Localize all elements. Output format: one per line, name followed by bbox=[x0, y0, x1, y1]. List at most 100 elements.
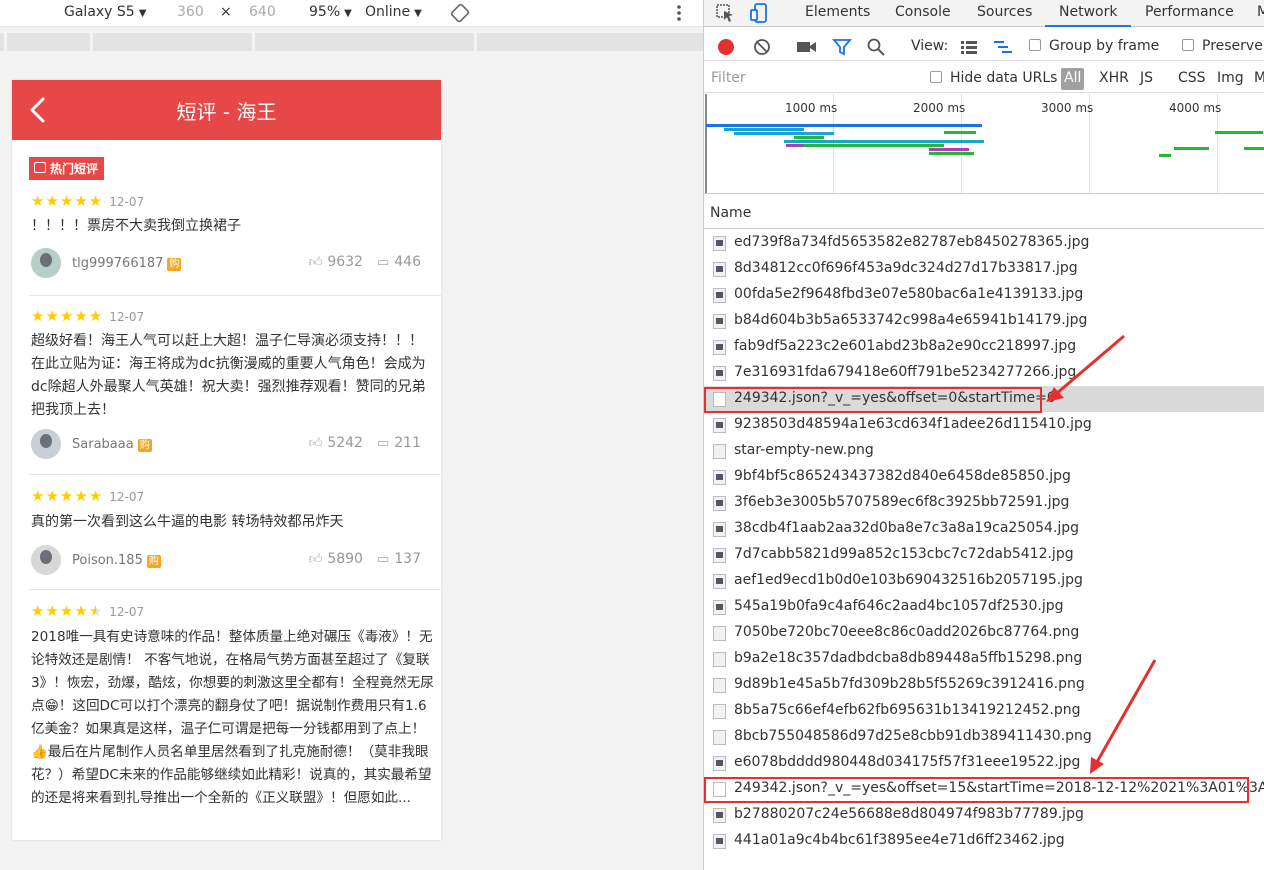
comment-icon[interactable]: ▭ bbox=[377, 552, 389, 567]
page-title: 短评 - 海王 bbox=[176, 100, 277, 124]
preserve-log-option[interactable]: Preserve bbox=[1182, 38, 1263, 54]
thumbs-up-icon[interactable]: 👍︎ bbox=[309, 255, 323, 270]
network-timeline-overview[interactable]: 1000 ms 2000 ms 3000 ms 4000 ms bbox=[704, 94, 1264, 194]
request-row[interactable]: 9d89b1e45a5b7fd309b28b5f55269c3912416.pn… bbox=[704, 672, 1264, 698]
request-row[interactable]: 9238503d48594a1e63cd634f1adee26d115410.j… bbox=[704, 412, 1264, 438]
username[interactable]: tlg999766187 购 bbox=[72, 256, 182, 271]
thumbs-up-icon[interactable]: 👍︎ bbox=[309, 552, 323, 567]
hide-data-urls-option[interactable]: Hide data URLs bbox=[930, 70, 1057, 86]
comment-count: 137 bbox=[394, 551, 421, 567]
image-file-icon bbox=[713, 834, 726, 849]
thumbs-up-icon[interactable]: 👍︎ bbox=[309, 436, 323, 451]
checkbox[interactable] bbox=[1182, 39, 1194, 51]
review-item[interactable]: ★ ★ ★ ★ ★ 12-07 ！！！！票房不大卖我倒立换裙子 tlg999766187… bbox=[29, 190, 441, 296]
request-name: 9238503d48594a1e63cd634f1adee26d115410.j… bbox=[734, 416, 1092, 432]
filter-input[interactable] bbox=[709, 67, 914, 89]
review-meta: Sarabaaa 购 👍︎ 5242 ▭ 211 bbox=[31, 429, 421, 463]
request-name: 545a19b0fa9c4af646c2aad4bc1057df2530.jpg bbox=[734, 598, 1064, 614]
kebab-menu-icon[interactable] bbox=[675, 4, 683, 22]
half-star-icon: ★ bbox=[88, 602, 103, 620]
name-column-header[interactable]: Name bbox=[704, 195, 1264, 229]
request-row[interactable]: 8b5a75c66ef4efb62fb695631b13419212452.pn… bbox=[704, 698, 1264, 724]
divider bbox=[29, 295, 441, 296]
review-item[interactable]: ★ ★ ★ ★ ★ 12-07 真的第一次看到这么牛逼的电影 转场特效都吊炸天 Pois… bbox=[29, 485, 441, 590]
clear-icon[interactable] bbox=[752, 37, 772, 57]
request-row[interactable]: aef1ed9ecd1b0d0e103b690432516b2057195.jp… bbox=[704, 568, 1264, 594]
request-row[interactable]: 7e316931fda679418e60ff791be5234277266.jp… bbox=[704, 360, 1264, 386]
request-row[interactable]: fab9df5a223c2e601abd23b8a2e90cc218997.jp… bbox=[704, 334, 1264, 360]
height-input[interactable]: 640 bbox=[249, 4, 276, 20]
request-name: b84d604b3b5a6533742c998a4e65941b14179.jp… bbox=[734, 312, 1088, 328]
filter-icon[interactable] bbox=[832, 38, 852, 56]
chevron-down-icon: ▼ bbox=[414, 8, 422, 19]
review-item[interactable]: ★ ★ ★ ★ ★ 12-07 超级好看！海王人气可以赶上大超！温子仁导演必须支持！！！… bbox=[29, 305, 441, 475]
tab-sources[interactable]: Sources bbox=[977, 4, 1032, 20]
request-row[interactable]: 249342.json?_v_=yes&offset=0&startTime=0 bbox=[704, 386, 1264, 412]
request-row[interactable]: b9a2e18c357dadbdcba8db89448a5ffb15298.pn… bbox=[704, 646, 1264, 672]
zoom-select[interactable]: 95% ▼ bbox=[309, 4, 352, 20]
request-row[interactable]: 8d34812cc0f696f453a9dc324d27d17b33817.jp… bbox=[704, 256, 1264, 282]
comment-icon[interactable]: ▭ bbox=[377, 255, 389, 270]
star-rating: ★ ★ ★ ★ ★ 12-07 bbox=[31, 489, 144, 504]
type-filter-css[interactable]: CSS bbox=[1178, 70, 1206, 86]
request-row[interactable]: 441a01a9c4b4bc61f3895ee4e71d6ff23462.jpg bbox=[704, 828, 1264, 854]
checkbox[interactable] bbox=[930, 71, 942, 83]
device-toolbar-icon[interactable] bbox=[748, 2, 770, 24]
username[interactable]: Sarabaaa 购 bbox=[72, 437, 152, 452]
request-row[interactable]: 545a19b0fa9c4af646c2aad4bc1057df2530.jpg bbox=[704, 594, 1264, 620]
request-row[interactable]: ed739f8a734fd5653582e82787eb8450278365.j… bbox=[704, 230, 1264, 256]
list-view-icon[interactable] bbox=[960, 39, 978, 55]
checkbox[interactable] bbox=[1029, 39, 1041, 51]
request-row[interactable]: 00fda5e2f9648fbd3e07e580bac6a1e4139133.j… bbox=[704, 282, 1264, 308]
avatar[interactable] bbox=[31, 429, 61, 459]
review-text: 真的第一次看到这么牛逼的电影 转场特效都吊炸天 bbox=[31, 514, 344, 530]
request-name: 9d89b1e45a5b7fd309b28b5f55269c3912416.pn… bbox=[734, 676, 1085, 692]
request-name: 8d34812cc0f696f453a9dc324d27d17b33817.jp… bbox=[734, 260, 1078, 276]
request-row[interactable]: e6078bdddd980448d034175f57f31eee19522.jp… bbox=[704, 750, 1264, 776]
width-input[interactable]: 360 bbox=[177, 4, 204, 20]
request-row[interactable]: 7050be720bc70eee8c86c0add2026bc87764.png bbox=[704, 620, 1264, 646]
request-row[interactable]: 9bf4bf5c865243437382d840e6458de85850.jpg bbox=[704, 464, 1264, 490]
waterfall-view-icon[interactable] bbox=[993, 39, 1013, 55]
device-name: Galaxy S5 bbox=[64, 4, 135, 20]
type-filter-xhr[interactable]: XHR bbox=[1099, 70, 1129, 86]
tab-more[interactable]: M bbox=[1257, 4, 1264, 20]
type-filter-js[interactable]: JS bbox=[1140, 70, 1153, 86]
record-icon[interactable] bbox=[716, 37, 736, 57]
request-row[interactable]: b84d604b3b5a6533742c998a4e65941b14179.jp… bbox=[704, 308, 1264, 334]
star-rating: ★ ★ ★ ★ ★ 12-07 bbox=[31, 309, 144, 324]
device-select[interactable]: Galaxy S5 ▼ bbox=[64, 4, 146, 20]
network-throttle-select[interactable]: Online ▼ bbox=[365, 4, 422, 20]
tab-elements[interactable]: Elements bbox=[805, 4, 870, 20]
star-icon: ★ bbox=[59, 487, 74, 505]
purchased-badge: 购 bbox=[146, 555, 161, 568]
avatar[interactable] bbox=[31, 545, 61, 575]
image-file-icon bbox=[713, 548, 726, 563]
type-filter-img[interactable]: Img bbox=[1217, 70, 1244, 86]
request-row[interactable]: 249342.json?_v_=yes&offset=15&startTime=… bbox=[704, 776, 1264, 802]
request-row[interactable]: b27880207c24e56688e8d804974f983b77789.jp… bbox=[704, 802, 1264, 828]
image-file-icon bbox=[713, 340, 726, 355]
type-filter-media[interactable]: Me bbox=[1254, 70, 1264, 86]
request-name: 7d7cabb5821d99a852c153cbc7c72dab5412.jpg bbox=[734, 546, 1074, 562]
type-filter-all[interactable]: All bbox=[1061, 68, 1085, 90]
request-row[interactable]: 8bcb755048586d97d25e8cbb91db389411430.pn… bbox=[704, 724, 1264, 750]
avatar[interactable] bbox=[31, 248, 61, 278]
tab-performance[interactable]: Performance bbox=[1145, 4, 1234, 20]
request-row[interactable]: star-empty-new.png bbox=[704, 438, 1264, 464]
tab-network[interactable]: Network bbox=[1059, 4, 1117, 20]
username[interactable]: Poison.185 购 bbox=[72, 553, 161, 568]
screenshot-camera-icon[interactable] bbox=[796, 38, 818, 56]
tab-console[interactable]: Console bbox=[895, 4, 951, 20]
request-row[interactable]: 3f6eb3e3005b5707589ec6f8c3925bb72591.jpg bbox=[704, 490, 1264, 516]
request-row[interactable]: 38cdb4f1aab2aa32d0ba8e7c3a8a19ca25054.jp… bbox=[704, 516, 1264, 542]
review-meta: Poison.185 购 👍︎ 5890 ▭ 137 bbox=[31, 545, 421, 579]
search-icon[interactable] bbox=[866, 37, 886, 57]
inspect-element-icon[interactable] bbox=[714, 2, 736, 24]
group-by-frame-option[interactable]: Group by frame bbox=[1029, 38, 1159, 54]
rotate-icon[interactable] bbox=[450, 3, 470, 23]
comment-icon[interactable]: ▭ bbox=[377, 436, 389, 451]
review-item[interactable]: ★ ★ ★ ★ ★ 12-07 2018唯一具有史诗意味的作品！整体质量上绝对碾压《毒液… bbox=[29, 600, 441, 840]
request-row[interactable]: 7d7cabb5821d99a852c153cbc7c72dab5412.jpg bbox=[704, 542, 1264, 568]
review-date: 12-07 bbox=[109, 309, 145, 324]
